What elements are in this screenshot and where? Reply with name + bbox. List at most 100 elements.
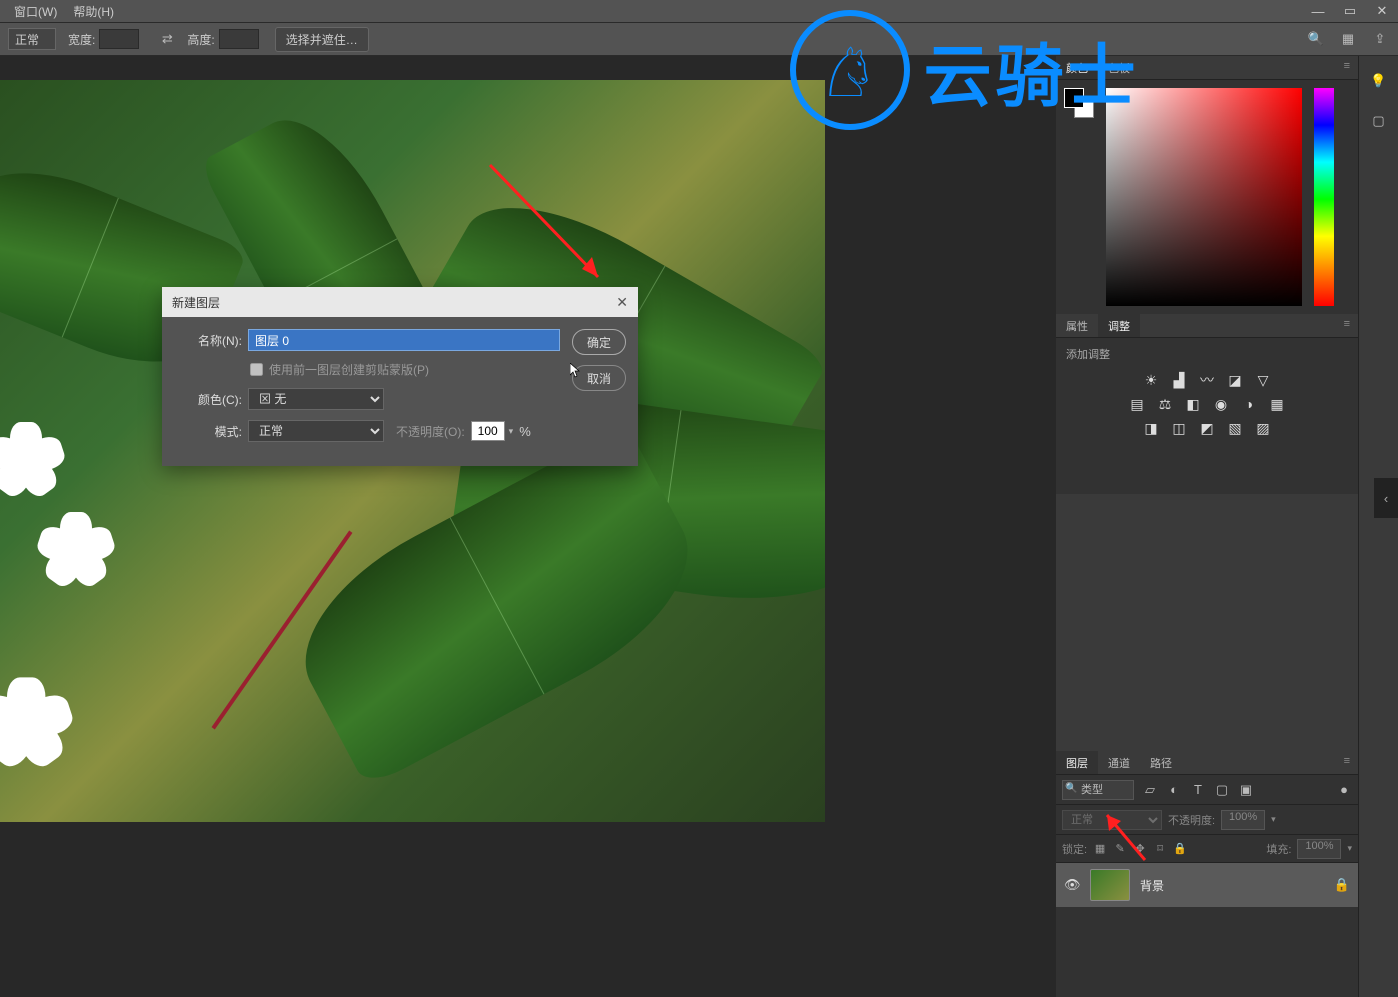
gradient-map-icon[interactable]: ▧ (1225, 420, 1245, 436)
tab-properties[interactable]: 属性 (1056, 314, 1098, 337)
filter-adjustment-icon[interactable]: ◐ (1166, 782, 1182, 798)
levels-icon[interactable]: ▟ (1169, 372, 1189, 388)
collapsed-panels-strip: 💡 ▢ (1358, 56, 1398, 997)
search-icon[interactable]: 🔍 (1306, 29, 1326, 49)
mode-select[interactable]: 正常 (8, 28, 56, 50)
dialog-close-button[interactable]: ✕ (616, 294, 628, 311)
menu-bar: 窗口(W) 帮助(H) — ▭ ✕ (0, 0, 1398, 22)
document-workspace: 新建图层 ✕ 确定 取消 名称(N): 使用前一图层创建剪贴蒙版(P) 颜色(C… (0, 56, 1058, 997)
lock-position-icon[interactable]: ✥ (1133, 842, 1147, 856)
photo-filter-icon[interactable]: ◉ (1211, 396, 1231, 412)
color-label: 颜色(C): (176, 391, 242, 408)
libraries-panel-icon[interactable]: ▢ (1368, 110, 1390, 132)
layers-panel-tabs: 图层 通道 路径 ≡ (1056, 751, 1358, 775)
lock-pixels-icon[interactable]: ✎ (1113, 842, 1127, 856)
opacity-dropdown-icon[interactable]: ▾ (509, 426, 514, 437)
layers-panel-menu-icon[interactable]: ≡ (1336, 751, 1358, 774)
mode-label: 模式: (176, 423, 242, 440)
filter-toggle-icon[interactable]: ● (1336, 782, 1352, 798)
color-balance-icon[interactable]: ⚖ (1155, 396, 1175, 412)
props-panel-menu-icon[interactable]: ≡ (1336, 314, 1358, 337)
arrange-docs-icon[interactable]: ▦ (1338, 29, 1358, 49)
filter-pixel-icon[interactable]: ▱ (1142, 782, 1158, 798)
dialog-title-bar[interactable]: 新建图层 ✕ (162, 287, 638, 317)
tab-layers[interactable]: 图层 (1056, 751, 1098, 774)
clipping-mask-checkbox[interactable] (250, 363, 263, 376)
height-label: 高度: (187, 31, 214, 48)
select-and-mask-button[interactable]: 选择并遮住… (275, 27, 369, 52)
layer-fill-input[interactable]: 100% (1297, 839, 1341, 859)
clipping-mask-label: 使用前一图层创建剪贴蒙版(P) (269, 361, 429, 378)
selective-color-icon[interactable]: ▨ (1253, 420, 1273, 436)
background-lock-icon[interactable]: 🔒 (1334, 877, 1350, 893)
share-icon[interactable]: ⇪ (1370, 29, 1390, 49)
lock-transparency-icon[interactable]: ▦ (1093, 842, 1107, 856)
layer-name-input[interactable] (248, 329, 560, 351)
vibrance-icon[interactable]: ▽ (1253, 372, 1273, 388)
lock-artboard-icon[interactable]: ⌑ (1153, 842, 1167, 856)
new-layer-dialog: 新建图层 ✕ 确定 取消 名称(N): 使用前一图层创建剪贴蒙版(P) 颜色(C… (162, 287, 638, 466)
properties-panel-tabs: 属性 调整 ≡ (1056, 314, 1358, 338)
percent-label: % (519, 424, 531, 439)
lock-all-icon[interactable]: 🔒 (1173, 842, 1187, 856)
filter-smartobject-icon[interactable]: ▣ (1238, 782, 1254, 798)
channel-mixer-icon[interactable]: ◑ (1239, 396, 1259, 412)
tab-paths[interactable]: 路径 (1140, 751, 1182, 774)
exposure-icon[interactable]: ◪ (1225, 372, 1245, 388)
filter-shape-icon[interactable]: ▢ (1214, 782, 1230, 798)
tab-adjustments[interactable]: 调整 (1098, 314, 1140, 337)
black-white-icon[interactable]: ◧ (1183, 396, 1203, 412)
tab-swatches[interactable]: 色板 (1098, 56, 1140, 79)
maximize-button[interactable]: ▭ (1334, 0, 1366, 22)
brightness-contrast-icon[interactable]: ☀ (1141, 372, 1161, 388)
tab-channels[interactable]: 通道 (1098, 751, 1140, 774)
minimize-button[interactable]: — (1302, 0, 1334, 22)
color-panel-menu-icon[interactable]: ≡ (1336, 56, 1358, 79)
layer-opacity-label: 不透明度: (1168, 812, 1215, 828)
width-input[interactable] (99, 29, 139, 49)
menu-help[interactable]: 帮助(H) (65, 1, 122, 22)
fill-flyout-icon[interactable]: ▾ (1347, 843, 1352, 854)
color-panel-tabs: 颜色 色板 ≡ (1056, 56, 1358, 80)
hue-sat-icon[interactable]: ▤ (1127, 396, 1147, 412)
layer-color-select[interactable]: ⊠ 无 (248, 388, 384, 410)
threshold-icon[interactable]: ◩ (1197, 420, 1217, 436)
fill-label: 填充: (1266, 841, 1291, 857)
color-picker-panel (1056, 80, 1358, 314)
layer-opacity-input[interactable]: 100% (1221, 810, 1265, 830)
blend-mode-select[interactable]: 正常 (248, 420, 384, 442)
cursor-pointer-icon (570, 363, 582, 379)
tab-color[interactable]: 颜色 (1056, 56, 1098, 79)
ok-button[interactable]: 确定 (572, 329, 626, 355)
invert-icon[interactable]: ◨ (1141, 420, 1161, 436)
opacity-label: 不透明度(O): (396, 423, 465, 440)
layer-row[interactable]: 👁 背景 🔒 (1056, 863, 1358, 907)
layer-blend-select[interactable]: 正常 (1062, 810, 1162, 830)
add-adjustment-label: 添加调整 (1066, 346, 1348, 362)
close-window-button[interactable]: ✕ (1366, 0, 1398, 22)
name-label: 名称(N): (176, 332, 242, 349)
dialog-title: 新建图层 (172, 294, 220, 311)
layer-filter-select[interactable]: 类型 (1062, 780, 1134, 800)
width-label: 宽度: (68, 31, 95, 48)
right-panels: 颜色 色板 ≡ 属性 调整 ≡ 添加调整 ☀ ▟ 〰 ◪ ▽ ▤ ⚖ (1056, 56, 1358, 997)
filter-type-icon[interactable]: T (1190, 782, 1206, 798)
options-bar: 正常 宽度: ⇄ 高度: 选择并遮住… 🔍 ▦ ⇪ (0, 22, 1398, 56)
expand-strip-button[interactable]: ‹ (1374, 478, 1398, 518)
curves-icon[interactable]: 〰 (1197, 372, 1217, 388)
hue-slider[interactable] (1314, 88, 1334, 306)
height-input[interactable] (219, 29, 259, 49)
posterize-icon[interactable]: ◫ (1169, 420, 1189, 436)
layer-name-label[interactable]: 背景 (1140, 877, 1324, 894)
opacity-input[interactable] (471, 421, 505, 441)
visibility-toggle-icon[interactable]: 👁 (1064, 877, 1080, 893)
layer-thumbnail[interactable] (1090, 869, 1130, 901)
color-field[interactable] (1106, 88, 1302, 306)
foreground-color-swatch[interactable] (1064, 88, 1084, 108)
swap-dimensions-icon[interactable]: ⇄ (157, 29, 177, 49)
learn-panel-icon[interactable]: 💡 (1368, 70, 1390, 92)
adjustments-panel: 添加调整 ☀ ▟ 〰 ◪ ▽ ▤ ⚖ ◧ ◉ ◑ ▦ ◨ ◫ ◩ ▧ ▨ (1056, 338, 1358, 494)
color-lookup-icon[interactable]: ▦ (1267, 396, 1287, 412)
menu-window[interactable]: 窗口(W) (6, 1, 65, 22)
opacity-flyout-icon[interactable]: ▾ (1271, 814, 1276, 825)
